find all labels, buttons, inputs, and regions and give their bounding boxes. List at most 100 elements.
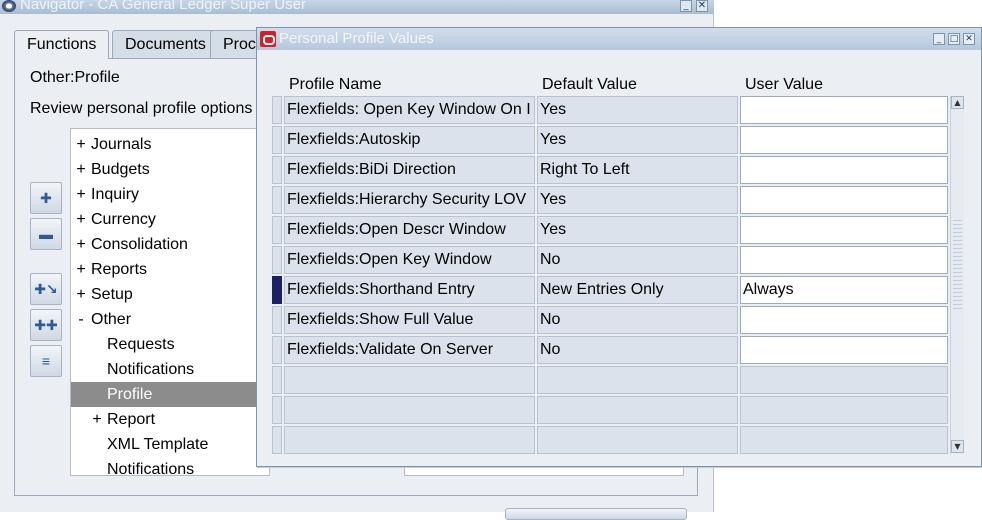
profile-name-cell[interactable]: Flexfields:Validate On Server: [284, 336, 535, 364]
row-selector[interactable]: [272, 186, 282, 214]
collapse-node-icon[interactable]: -: [73, 307, 89, 332]
profile-name-cell[interactable]: Flexfields:Hierarchy Security LOV: [284, 186, 535, 214]
navigator-bottom-button[interactable]: [505, 508, 687, 520]
navigator-titlebar[interactable]: Navigator - CA General Ledger Super User…: [0, 0, 714, 14]
user-value-field[interactable]: [740, 336, 948, 364]
profile-window-titlebar[interactable]: Personal Profile Values _ □ ✕: [257, 28, 981, 50]
user-value-field[interactable]: [740, 306, 948, 334]
table-row[interactable]: [272, 426, 962, 456]
default-value-cell[interactable]: New Entries Only: [537, 276, 738, 304]
row-selector[interactable]: [272, 426, 282, 454]
user-value-field[interactable]: [740, 156, 948, 184]
expand-node-icon[interactable]: +: [73, 232, 89, 257]
profile-name-cell[interactable]: Flexfields:Autoskip: [284, 126, 535, 154]
profile-name-cell[interactable]: [284, 366, 535, 394]
row-selector[interactable]: [272, 96, 282, 124]
row-selector[interactable]: [272, 216, 282, 244]
expand-node-icon[interactable]: +: [73, 182, 89, 207]
tree-item[interactable]: + Budgets: [71, 157, 269, 182]
scroll-down-icon[interactable]: ▼: [951, 440, 964, 453]
minimize-icon[interactable]: _: [933, 33, 945, 45]
tab-documents[interactable]: Documents: [112, 30, 219, 58]
user-value-field[interactable]: [740, 246, 948, 274]
scroll-thumb[interactable]: [953, 220, 962, 310]
user-value-field[interactable]: [740, 126, 948, 154]
default-value-cell[interactable]: [537, 426, 738, 454]
profile-name-cell[interactable]: [284, 426, 535, 454]
row-selector[interactable]: [272, 366, 282, 394]
table-row[interactable]: Flexfields:Show Full Value No: [272, 306, 962, 336]
default-value-cell[interactable]: Yes: [537, 216, 738, 244]
function-tree[interactable]: + Journals + Budgets + Inquiry + Currency + Conso…: [70, 128, 270, 476]
default-value-cell[interactable]: Yes: [537, 96, 738, 124]
scroll-up-icon[interactable]: ▲: [951, 96, 964, 109]
vertical-scrollbar[interactable]: ▲ ▼: [950, 96, 964, 454]
close-icon[interactable]: ✕: [963, 33, 975, 45]
table-row[interactable]: Flexfields:Shorthand Entry New Entries On…: [272, 276, 962, 306]
tree-item[interactable]: + Consolidation: [71, 232, 269, 257]
tree-item[interactable]: - Other: [71, 307, 269, 332]
default-value-cell[interactable]: [537, 366, 738, 394]
tree-item[interactable]: + Journals: [71, 132, 269, 157]
default-value-cell[interactable]: [537, 396, 738, 424]
row-selector[interactable]: [272, 246, 282, 274]
row-selector[interactable]: [272, 336, 282, 364]
row-selector[interactable]: [272, 276, 282, 304]
tree-item[interactable]: + Currency: [71, 207, 269, 232]
profile-name-cell[interactable]: Flexfields:Open Key Window: [284, 246, 535, 274]
table-row[interactable]: Flexfields:Autoskip Yes: [272, 126, 962, 156]
user-value-field[interactable]: [740, 426, 948, 454]
default-value-cell[interactable]: Right To Left: [537, 156, 738, 184]
tree-item[interactable]: Notifications: [71, 357, 269, 382]
profile-name-cell[interactable]: Flexfields:Show Full Value: [284, 306, 535, 334]
table-row[interactable]: Flexfields:BiDi Direction Right To Left: [272, 156, 962, 186]
user-value-field[interactable]: [740, 216, 948, 244]
table-row[interactable]: Flexfields:Validate On Server No: [272, 336, 962, 366]
collapse-all-button[interactable]: ≡: [30, 345, 62, 377]
minimize-icon[interactable]: _: [680, 0, 692, 12]
table-row[interactable]: Flexfields:Open Descr Window Yes: [272, 216, 962, 246]
profile-name-cell[interactable]: Flexfields: Open Key Window On I: [284, 96, 535, 124]
expand-node-icon[interactable]: +: [89, 407, 105, 432]
table-row[interactable]: Flexfields:Open Key Window No: [272, 246, 962, 276]
user-value-field[interactable]: [740, 96, 948, 124]
default-value-cell[interactable]: No: [537, 246, 738, 274]
tree-item[interactable]: + Reports: [71, 257, 269, 282]
default-value-cell[interactable]: No: [537, 336, 738, 364]
user-value-field[interactable]: [740, 366, 948, 394]
row-selector[interactable]: [272, 126, 282, 154]
table-row[interactable]: [272, 396, 962, 426]
row-selector[interactable]: [272, 156, 282, 184]
tree-item[interactable]: Notifications: [71, 457, 269, 475]
maximize-icon[interactable]: □: [948, 33, 960, 45]
table-row[interactable]: [272, 366, 962, 396]
tree-item[interactable]: + Setup: [71, 282, 269, 307]
expand-node-icon[interactable]: +: [73, 207, 89, 232]
profile-name-cell[interactable]: Flexfields:BiDi Direction: [284, 156, 535, 184]
collapse-button[interactable]: ▬: [30, 218, 62, 250]
table-row[interactable]: Flexfields: Open Key Window On I Yes: [272, 96, 962, 126]
tab-functions[interactable]: Functions: [14, 30, 110, 59]
user-value-field[interactable]: Always: [740, 276, 948, 304]
tree-item[interactable]: XML Template: [71, 432, 269, 457]
expand-all-button[interactable]: ✚✚: [30, 309, 62, 341]
default-value-cell[interactable]: No: [537, 306, 738, 334]
row-selector[interactable]: [272, 396, 282, 424]
expand-node-icon[interactable]: +: [73, 282, 89, 307]
default-value-cell[interactable]: Yes: [537, 126, 738, 154]
close-icon[interactable]: ✕: [696, 0, 708, 12]
row-selector[interactable]: [272, 306, 282, 334]
expand-button[interactable]: ✚: [30, 182, 62, 214]
expand-branch-button[interactable]: ✚↘: [30, 273, 62, 305]
profile-name-cell[interactable]: Flexfields:Shorthand Entry: [284, 276, 535, 304]
user-value-field[interactable]: [740, 186, 948, 214]
expand-node-icon[interactable]: +: [73, 257, 89, 282]
tree-item[interactable]: Requests: [71, 332, 269, 357]
table-row[interactable]: Flexfields:Hierarchy Security LOV Yes: [272, 186, 962, 216]
tree-item[interactable]: + Report: [71, 407, 269, 432]
profile-name-cell[interactable]: Flexfields:Open Descr Window: [284, 216, 535, 244]
tree-item[interactable]: Profile: [71, 382, 269, 407]
expand-node-icon[interactable]: +: [73, 157, 89, 182]
profile-name-cell[interactable]: [284, 396, 535, 424]
user-value-field[interactable]: [740, 396, 948, 424]
